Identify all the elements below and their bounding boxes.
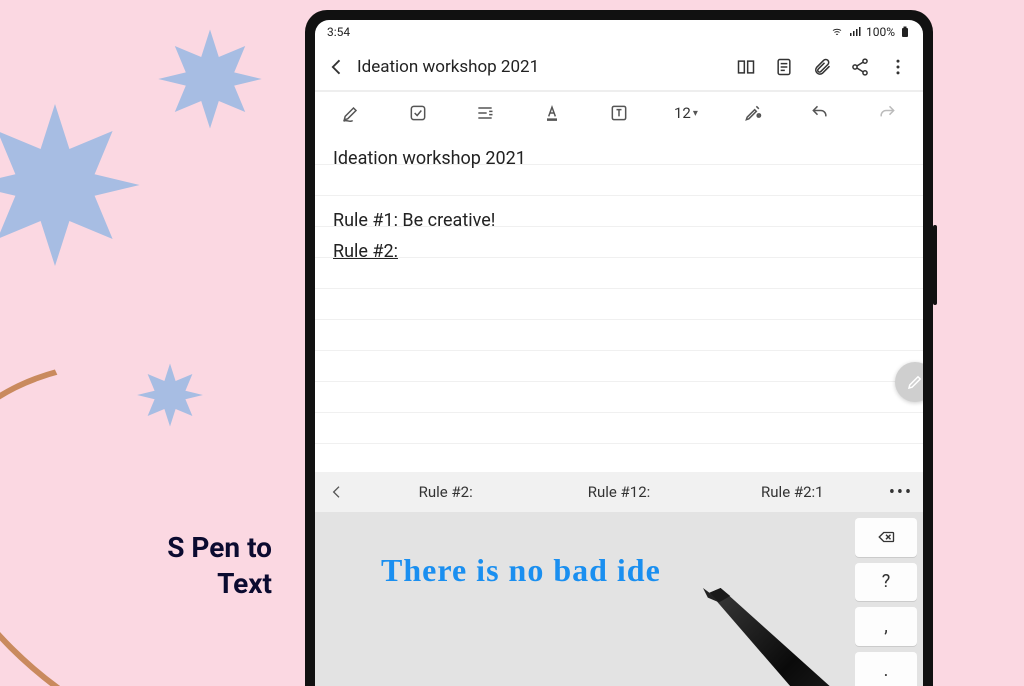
status-battery-pct: 100% xyxy=(866,25,895,39)
punct-key-comma[interactable]: , xyxy=(855,607,917,646)
font-size-value: 12 xyxy=(674,104,691,122)
power-button xyxy=(933,225,937,305)
checklist-tool[interactable] xyxy=(386,93,451,133)
note-line: Ideation workshop 2021 xyxy=(333,143,905,174)
page-template-button[interactable] xyxy=(765,48,803,86)
signal-icon xyxy=(848,26,862,38)
decor-star-icon xyxy=(135,360,205,430)
title-bar: Ideation workshop 2021 xyxy=(315,44,923,90)
undo-button[interactable] xyxy=(787,93,852,133)
device-frame: 3:54 100% Ideation workshop 2021 xyxy=(305,10,933,686)
handwriting-canvas[interactable]: There is no bad ide xyxy=(315,512,855,686)
s-pen-icon xyxy=(693,588,873,686)
font-color-tool[interactable] xyxy=(520,93,585,133)
backspace-key[interactable] xyxy=(855,518,917,557)
attach-button[interactable] xyxy=(803,48,841,86)
back-button[interactable] xyxy=(319,49,355,85)
decor-star-icon xyxy=(0,95,145,275)
note-line: Rule #2: xyxy=(333,236,905,267)
feature-title-line: Text xyxy=(217,567,272,600)
battery-icon xyxy=(899,26,911,38)
suggestion-bar: Rule #2: Rule #12: Rule #2:1 ••• xyxy=(315,472,923,512)
side-key-column: ? , . xyxy=(855,512,923,686)
suggestion-more-button[interactable]: ••• xyxy=(879,472,923,512)
note-title[interactable]: Ideation workshop 2021 xyxy=(357,57,539,77)
share-button[interactable] xyxy=(841,48,879,86)
font-size-tool[interactable]: 12▾ xyxy=(653,93,718,133)
text-format-tool[interactable] xyxy=(587,93,652,133)
note-line xyxy=(333,174,905,205)
feature-title-line: S Pen to xyxy=(167,531,272,564)
edit-fab[interactable] xyxy=(895,362,923,402)
suggestion-item[interactable]: Rule #12: xyxy=(532,483,705,501)
handwriting-tool[interactable] xyxy=(319,93,384,133)
suggestion-item[interactable]: Rule #2: xyxy=(359,483,532,501)
screen: 3:54 100% Ideation workshop 2021 xyxy=(315,20,923,686)
note-canvas[interactable]: Ideation workshop 2021 Rule #1: Be creati… xyxy=(315,134,923,472)
reading-mode-button[interactable] xyxy=(727,48,765,86)
redo-button[interactable] xyxy=(854,93,919,133)
note-line: Rule #1: Be creative! xyxy=(333,205,905,236)
suggestion-back-button[interactable] xyxy=(315,472,359,512)
overflow-menu-button[interactable] xyxy=(879,48,917,86)
decor-star-icon xyxy=(155,24,265,134)
pen-settings-tool[interactable] xyxy=(720,93,785,133)
punct-key-question[interactable]: ? xyxy=(855,563,917,602)
feature-title: S Pen to Text xyxy=(112,530,272,603)
text-style-tool[interactable] xyxy=(453,93,518,133)
status-time: 3:54 xyxy=(327,25,350,39)
status-bar: 3:54 100% xyxy=(315,20,923,44)
punct-key-period[interactable]: . xyxy=(855,652,917,686)
suggestion-item[interactable]: Rule #2:1 xyxy=(706,483,879,501)
format-toolbar: 12▾ xyxy=(315,90,923,134)
wifi-icon xyxy=(830,26,844,38)
handwriting-panel: There is no bad ide ? , xyxy=(315,512,923,686)
chevron-down-icon: ▾ xyxy=(693,108,698,119)
handwriting-text: There is no bad ide xyxy=(381,552,661,589)
